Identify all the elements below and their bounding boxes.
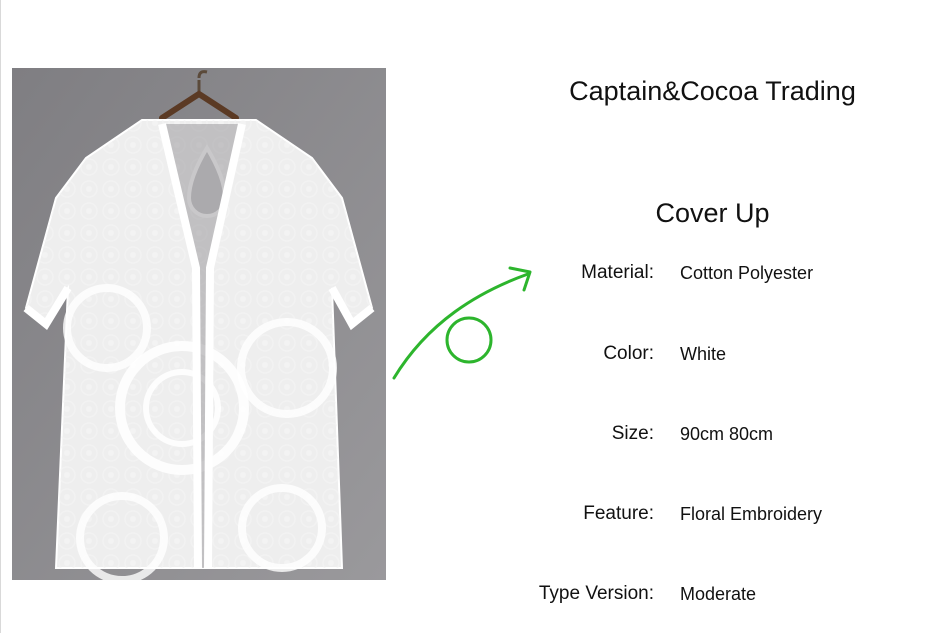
spec-label-material: Material: [581,262,654,283]
spec-value-material: Cotton Polyester [680,263,814,283]
spec-label-type-version: Type Version: [538,583,654,604]
spec-label-feature: Feature: [583,503,654,524]
left-border [0,0,1,633]
spec-label-color: Color: [603,343,654,364]
spec-value-feature: Floral Embroidery [680,504,823,524]
product-title: Cover Up [655,198,770,228]
product-photo [12,68,386,580]
spec-value-type-version: Moderate [680,584,757,604]
spec-label-size: Size: [611,423,654,444]
spec-value-color: White [680,344,727,364]
curved-arrow-icon [392,266,532,380]
spec-value-size: 90cm 80cm [680,424,774,444]
brand-name: Captain&Cocoa Trading [569,76,856,106]
